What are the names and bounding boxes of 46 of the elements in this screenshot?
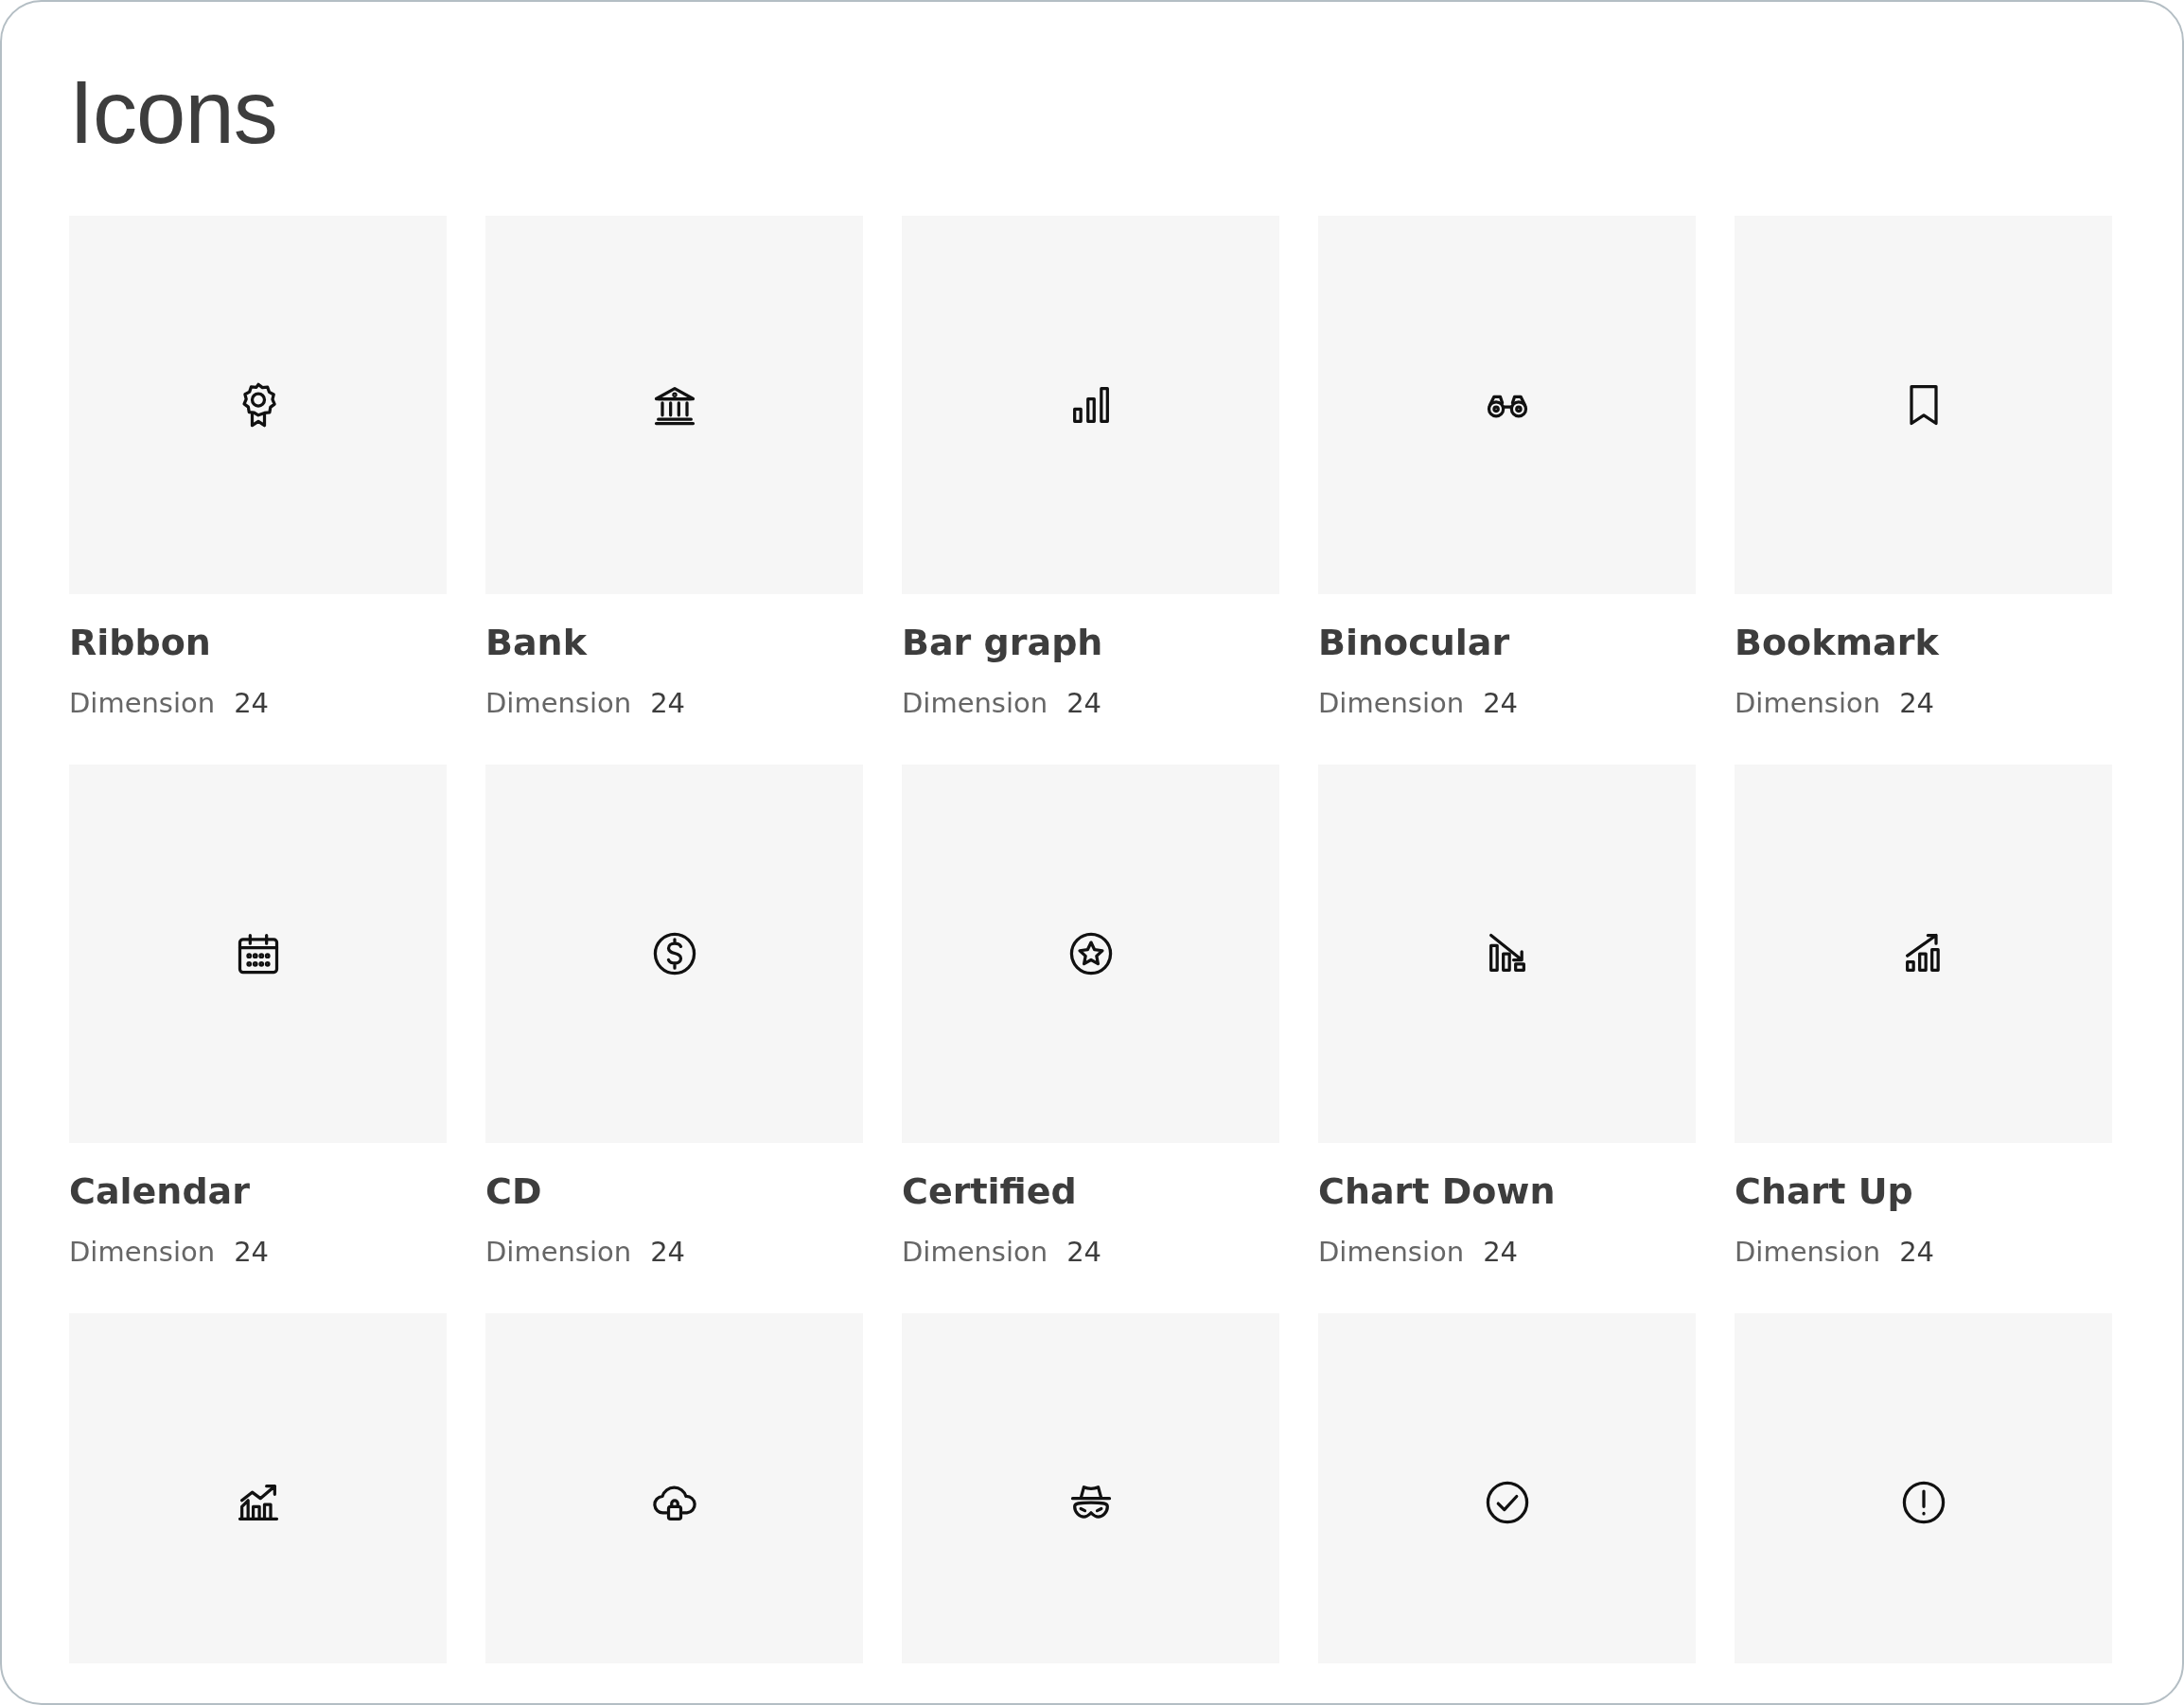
- dimension-label: Dimension: [69, 1235, 216, 1270]
- icon-tile[interactable]: [485, 1313, 863, 1663]
- icon-tile[interactable]: [1318, 765, 1696, 1143]
- icon-tile[interactable]: [1318, 1313, 1696, 1663]
- icon-tile[interactable]: [69, 216, 447, 594]
- dimension-value: 24: [650, 686, 686, 721]
- dimension-value: 24: [1899, 1235, 1935, 1270]
- icon-tile[interactable]: [69, 765, 447, 1143]
- icon-name: Ribbon: [69, 621, 211, 665]
- dimension-value: 24: [234, 1235, 270, 1270]
- dimension-value: 24: [1066, 1235, 1102, 1270]
- dimension-value: 24: [1483, 1235, 1519, 1270]
- dimension-value: 24: [1066, 686, 1102, 721]
- icon-name: Chart Down: [1318, 1169, 1556, 1214]
- dimension-label: Dimension: [902, 1235, 1048, 1270]
- icon-tile[interactable]: [1735, 765, 2112, 1143]
- dimension-label: Dimension: [485, 686, 632, 721]
- icon-tile[interactable]: [1735, 1313, 2112, 1663]
- icon-name: Calendar: [69, 1169, 250, 1214]
- icon-tile[interactable]: [485, 765, 863, 1143]
- icon-name: Chart Up: [1735, 1169, 1913, 1214]
- icon-name: Binocular: [1318, 621, 1510, 665]
- dimension-label: Dimension: [1735, 1235, 1881, 1270]
- dimension-value: 24: [234, 686, 270, 721]
- icon-name: Bar graph: [902, 621, 1103, 665]
- icon-name: Bank: [485, 621, 587, 665]
- dimension-label: Dimension: [1318, 1235, 1465, 1270]
- dimension-value: 24: [650, 1235, 686, 1270]
- icon-name: CD: [485, 1169, 542, 1214]
- icon-tile[interactable]: [902, 1313, 1279, 1663]
- icon-tile[interactable]: [1735, 216, 2112, 594]
- dimension-value: 24: [1899, 686, 1935, 721]
- icon-name: Certified: [902, 1169, 1077, 1214]
- dimension-label: Dimension: [1318, 686, 1465, 721]
- icon-name: Bookmark: [1735, 621, 1939, 665]
- icon-tile[interactable]: [69, 1313, 447, 1663]
- icon-tile[interactable]: [902, 765, 1279, 1143]
- dimension-label: Dimension: [69, 686, 216, 721]
- dimension-label: Dimension: [1735, 686, 1881, 721]
- dimension-label: Dimension: [485, 1235, 632, 1270]
- page-title: Icons: [69, 62, 277, 164]
- dimension-value: 24: [1483, 686, 1519, 721]
- icon-tile[interactable]: [902, 216, 1279, 594]
- icon-tile[interactable]: [1318, 216, 1696, 594]
- dimension-label: Dimension: [902, 686, 1048, 721]
- icon-tile[interactable]: [485, 216, 863, 594]
